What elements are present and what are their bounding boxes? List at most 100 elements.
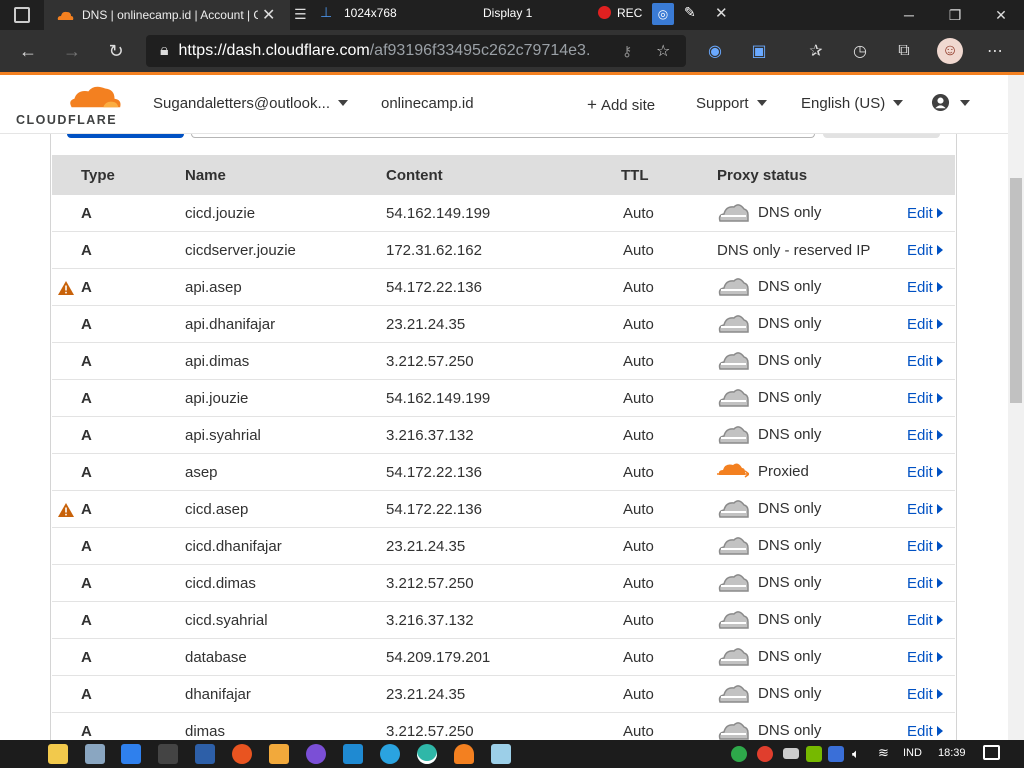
- tray-app-1-icon[interactable]: [731, 746, 747, 762]
- edit-record-link[interactable]: Edit: [907, 612, 943, 629]
- edit-record-link[interactable]: Edit: [907, 242, 943, 259]
- battery-icon[interactable]: [783, 748, 799, 759]
- chevron-right-icon: [936, 245, 943, 255]
- tray-app-3-icon[interactable]: [828, 746, 844, 762]
- github-icon[interactable]: [306, 744, 326, 764]
- chevron-right-icon: [936, 393, 943, 403]
- browser-tab-active[interactable]: DNS | onlinecamp.id | Account | C ✕: [44, 0, 290, 30]
- notification-icon[interactable]: [983, 745, 1000, 760]
- forward-icon[interactable]: →: [57, 36, 87, 66]
- edge-icon[interactable]: [417, 744, 437, 764]
- edit-record-link[interactable]: Edit: [907, 464, 943, 481]
- record-type: A: [81, 279, 92, 296]
- domain-label[interactable]: onlinecamp.id: [381, 95, 474, 112]
- edit-record-link[interactable]: Edit: [907, 723, 943, 740]
- app-icon-2[interactable]: [85, 744, 105, 764]
- powershell-icon[interactable]: [195, 744, 215, 764]
- clock[interactable]: 18:39: [938, 747, 966, 759]
- dns-only-cloud-icon: [718, 722, 749, 740]
- url-field[interactable]: 🔒︎ https://dash.cloudflare.com /af93196f…: [146, 35, 686, 67]
- col-content[interactable]: Content: [386, 167, 443, 184]
- restore-icon[interactable]: ❐: [932, 0, 978, 30]
- minimize-icon[interactable]: ─: [886, 0, 932, 30]
- pen-icon[interactable]: ✎: [684, 4, 696, 21]
- record-ttl: Auto: [623, 464, 654, 481]
- warning-icon[interactable]: [58, 503, 74, 517]
- proxy-status-label: DNS only - reserved IP: [717, 242, 871, 259]
- col-proxy[interactable]: Proxy status: [717, 167, 807, 184]
- more-options-icon[interactable]: ⋯: [982, 38, 1008, 64]
- record-type: A: [81, 575, 92, 592]
- edit-record-link[interactable]: Edit: [907, 501, 943, 518]
- favorites-icon[interactable]: ✰: [803, 38, 829, 64]
- chevron-right-icon: [936, 282, 943, 292]
- account-dropdown[interactable]: Sugandaletters@outlook...: [153, 95, 349, 112]
- menu-icon[interactable]: ☰: [294, 6, 307, 23]
- record-type: A: [81, 316, 92, 333]
- record-label[interactable]: REC: [617, 6, 642, 20]
- col-ttl[interactable]: TTL: [621, 167, 649, 184]
- cloudflare-logo[interactable]: CLOUDFLARE: [16, 83, 122, 127]
- record-ttl: Auto: [623, 353, 654, 370]
- tab-close-icon[interactable]: ✕: [262, 5, 275, 25]
- window-close-icon[interactable]: ✕: [978, 0, 1024, 30]
- language-dropdown[interactable]: English (US): [801, 95, 904, 112]
- chevron-down-icon: [893, 100, 904, 106]
- collections-icon[interactable]: ⧉: [891, 38, 917, 64]
- tab-actions-icon[interactable]: [14, 7, 30, 23]
- edit-record-link[interactable]: Edit: [907, 390, 943, 407]
- col-type[interactable]: Type: [81, 167, 115, 184]
- scrollbar-thumb[interactable]: [1010, 178, 1022, 403]
- warning-icon[interactable]: [58, 281, 74, 295]
- extension-screen-icon[interactable]: ▣: [746, 38, 772, 64]
- proxy-status: DNS only: [717, 645, 821, 667]
- table-row: Acicd.asep 54.172.22.136 Auto DNS only Edit: [52, 491, 955, 528]
- support-dropdown[interactable]: Support: [696, 95, 767, 112]
- nvidia-icon[interactable]: [806, 746, 822, 762]
- proxy-status: DNS only: [717, 719, 821, 740]
- volume-icon[interactable]: 🔈︎: [852, 746, 860, 762]
- edit-record-link[interactable]: Edit: [907, 316, 943, 333]
- pin-icon[interactable]: ⊥: [320, 4, 332, 21]
- extension-search-icon[interactable]: ◉: [702, 38, 728, 64]
- key-icon[interactable]: ⚷: [622, 43, 632, 60]
- ubuntu-icon[interactable]: [232, 744, 252, 764]
- profile-avatar[interactable]: ☺: [937, 38, 963, 64]
- file-explorer-icon[interactable]: [48, 744, 68, 764]
- edit-record-link[interactable]: Edit: [907, 575, 943, 592]
- cloudflare-app-icon[interactable]: [454, 744, 474, 764]
- record-ttl: Auto: [623, 242, 654, 259]
- vertical-scrollbar[interactable]: [1008, 75, 1024, 740]
- refresh-icon[interactable]: ↻: [101, 36, 131, 66]
- proxy-status: DNS only: [717, 571, 821, 593]
- windows-start-icon[interactable]: [10, 746, 26, 762]
- camera-icon[interactable]: ◎: [652, 3, 674, 25]
- dns-only-cloud-icon: [718, 426, 749, 444]
- wifi-icon[interactable]: ≋: [878, 745, 889, 761]
- tray-app-2-icon[interactable]: [757, 746, 773, 762]
- telegram-icon[interactable]: [380, 744, 400, 764]
- app-icon-3[interactable]: [121, 744, 141, 764]
- edit-record-link[interactable]: Edit: [907, 686, 943, 703]
- add-site-button[interactable]: + Add site: [587, 95, 655, 115]
- vscode-icon[interactable]: [343, 744, 363, 764]
- edit-record-link[interactable]: Edit: [907, 353, 943, 370]
- input-language[interactable]: IND: [903, 747, 922, 759]
- notes-icon[interactable]: [491, 744, 511, 764]
- proxy-status: DNS only: [717, 534, 821, 556]
- table-row: Aasep 54.172.22.136 Auto Proxied Edit: [52, 454, 955, 491]
- user-menu[interactable]: [931, 93, 970, 112]
- col-name[interactable]: Name: [185, 167, 226, 184]
- close-recording-icon[interactable]: ✕: [715, 4, 728, 22]
- terminal-icon[interactable]: [158, 744, 178, 764]
- favorite-add-icon[interactable]: ☆: [656, 41, 670, 61]
- edit-record-link[interactable]: Edit: [907, 538, 943, 555]
- edit-record-link[interactable]: Edit: [907, 427, 943, 444]
- edit-record-link[interactable]: Edit: [907, 649, 943, 666]
- edit-record-link[interactable]: Edit: [907, 279, 943, 296]
- back-icon[interactable]: ←: [13, 36, 43, 66]
- proxy-status-label: DNS only: [758, 388, 822, 406]
- edit-record-link[interactable]: Edit: [907, 205, 943, 222]
- git-icon[interactable]: [269, 744, 289, 764]
- history-icon[interactable]: ◷: [847, 38, 873, 64]
